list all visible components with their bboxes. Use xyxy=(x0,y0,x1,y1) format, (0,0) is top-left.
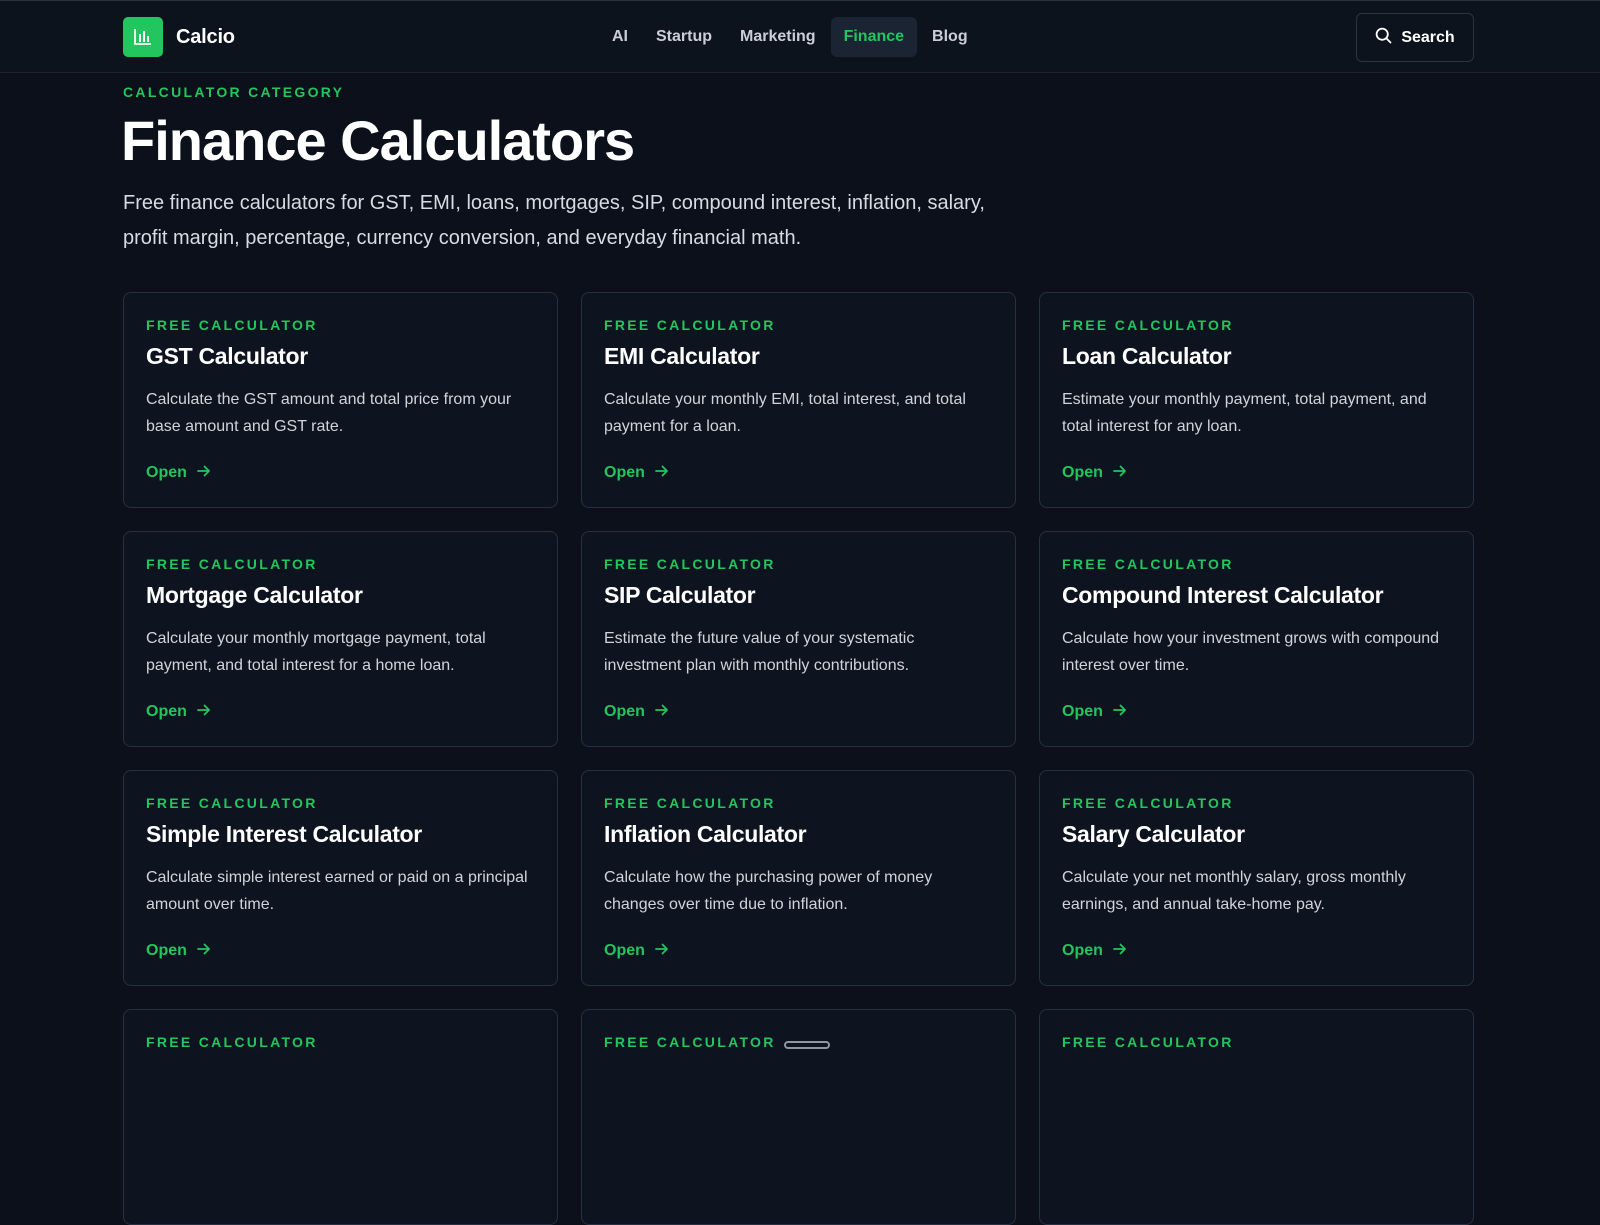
card-tag: FREE CALCULATOR xyxy=(604,795,776,811)
card-tag: FREE CALCULATOR xyxy=(604,556,776,572)
card-tag: FREE CALCULATOR xyxy=(146,317,318,333)
card-description: Calculate how your investment grows with… xyxy=(1062,630,1440,674)
card-open-label: Open xyxy=(146,942,187,959)
card-description: Calculate your net monthly salary, gross… xyxy=(1062,869,1406,913)
card-title: SIP Calculator xyxy=(604,582,756,608)
calculator-card-emi[interactable]: FREE CALCULATOR EMI Calculator Calculate… xyxy=(581,292,1016,508)
card-title: Mortgage Calculator xyxy=(146,582,363,608)
page-description: Free finance calculators for GST, EMI, l… xyxy=(123,192,985,249)
search-icon xyxy=(1375,27,1392,49)
brand-link[interactable]: Calcio xyxy=(123,17,235,57)
card-tag: FREE CALCULATOR xyxy=(1062,317,1234,333)
arrow-right-icon xyxy=(1112,464,1127,482)
card-description: Calculate the GST amount and total price… xyxy=(146,391,512,435)
card-open-label: Open xyxy=(604,942,645,959)
card-open-label: Open xyxy=(1062,464,1103,481)
card-description: Calculate your monthly EMI, total intere… xyxy=(604,391,966,435)
calculator-card-mortgage[interactable]: FREE CALCULATOR Mortgage Calculator Calc… xyxy=(123,531,558,747)
card-tag: FREE CALCULATOR xyxy=(1062,1034,1234,1050)
arrow-right-icon xyxy=(196,464,211,482)
card-tag: FREE CALCULATOR xyxy=(604,1034,776,1050)
calculator-card-salary[interactable]: FREE CALCULATOR Salary Calculator Calcul… xyxy=(1039,770,1474,986)
card-title: Inflation Calculator xyxy=(604,821,807,847)
calculator-card-compound-interest[interactable]: FREE CALCULATOR Compound Interest Calcul… xyxy=(1039,531,1474,747)
card-open-link[interactable]: Open xyxy=(1062,942,1127,960)
calculator-card-simple-interest[interactable]: FREE CALCULATOR Simple Interest Calculat… xyxy=(123,770,558,986)
card-title: GST Calculator xyxy=(146,343,308,369)
card-description: Calculate your monthly mortgage payment,… xyxy=(146,630,486,674)
card-tag: FREE CALCULATOR xyxy=(604,317,776,333)
calculator-card-inflation[interactable]: FREE CALCULATOR Inflation Calculator Cal… xyxy=(581,770,1016,986)
arrow-right-icon xyxy=(654,464,669,482)
brand-name: Calcio xyxy=(176,25,235,48)
arrow-right-icon xyxy=(1112,703,1127,721)
nav-item-startup[interactable]: Startup xyxy=(643,17,725,57)
nav-item-marketing[interactable]: Marketing xyxy=(727,17,829,57)
arrow-right-icon xyxy=(654,703,669,721)
arrow-right-icon xyxy=(654,942,669,960)
card-tag: FREE CALCULATOR xyxy=(1062,556,1234,572)
arrow-right-icon xyxy=(1112,942,1127,960)
card-title: Loan Calculator xyxy=(1062,343,1232,369)
nav-item-ai[interactable]: AI xyxy=(599,17,641,57)
calculator-card-partial[interactable]: FREE CALCULATOR xyxy=(1039,1009,1474,1225)
card-open-label: Open xyxy=(146,464,187,481)
card-tag: FREE CALCULATOR xyxy=(1062,795,1234,811)
top-navigation-bar: Calcio AI Startup Marketing Finance Blog… xyxy=(0,0,1600,73)
page-title: Finance Calculators xyxy=(121,109,635,172)
scroll-indicator[interactable] xyxy=(784,1041,830,1049)
card-description: Estimate the future value of your system… xyxy=(604,630,915,674)
nav-item-finance[interactable]: Finance xyxy=(830,17,918,57)
card-tag: FREE CALCULATOR xyxy=(146,556,318,572)
calculator-card-gst[interactable]: FREE CALCULATOR GST Calculator Calculate… xyxy=(123,292,558,508)
card-open-label: Open xyxy=(604,464,645,481)
calculator-card-partial[interactable]: FREE CALCULATOR xyxy=(123,1009,558,1225)
card-tag: FREE CALCULATOR xyxy=(146,1034,318,1050)
category-eyebrow: CALCULATOR CATEGORY xyxy=(123,84,345,100)
card-open-link[interactable]: Open xyxy=(604,703,669,721)
card-open-link[interactable]: Open xyxy=(146,703,211,721)
card-open-label: Open xyxy=(1062,942,1103,959)
arrow-right-icon xyxy=(196,942,211,960)
card-description: Estimate your monthly payment, total pay… xyxy=(1062,391,1427,435)
card-open-label: Open xyxy=(146,703,187,720)
main-nav: AI Startup Marketing Finance Blog xyxy=(599,17,981,57)
card-open-link[interactable]: Open xyxy=(604,942,669,960)
calculator-card-loan[interactable]: FREE CALCULATOR Loan Calculator Estimate… xyxy=(1039,292,1474,508)
card-open-link[interactable]: Open xyxy=(604,464,669,482)
card-title: Simple Interest Calculator xyxy=(146,821,422,847)
card-open-link[interactable]: Open xyxy=(146,464,211,482)
arrow-right-icon xyxy=(196,703,211,721)
card-open-link[interactable]: Open xyxy=(1062,703,1127,721)
card-title: Salary Calculator xyxy=(1062,821,1245,847)
card-open-link[interactable]: Open xyxy=(1062,464,1127,482)
card-open-label: Open xyxy=(1062,703,1103,720)
nav-item-blog[interactable]: Blog xyxy=(919,17,981,57)
card-open-link[interactable]: Open xyxy=(146,942,211,960)
calculator-card-sip[interactable]: FREE CALCULATOR SIP Calculator Estimate … xyxy=(581,531,1016,747)
calculator-grid: FREE CALCULATOR GST Calculator Calculate… xyxy=(123,292,1475,1225)
search-button[interactable]: Search xyxy=(1356,13,1474,62)
card-tag: FREE CALCULATOR xyxy=(146,795,318,811)
card-title: Compound Interest Calculator xyxy=(1062,582,1384,608)
card-title: EMI Calculator xyxy=(604,343,760,369)
card-description: Calculate simple interest earned or paid… xyxy=(146,869,528,913)
card-open-label: Open xyxy=(604,703,645,720)
bar-chart-icon xyxy=(123,17,163,57)
card-description: Calculate how the purchasing power of mo… xyxy=(604,869,933,913)
search-button-label: Search xyxy=(1401,28,1455,46)
